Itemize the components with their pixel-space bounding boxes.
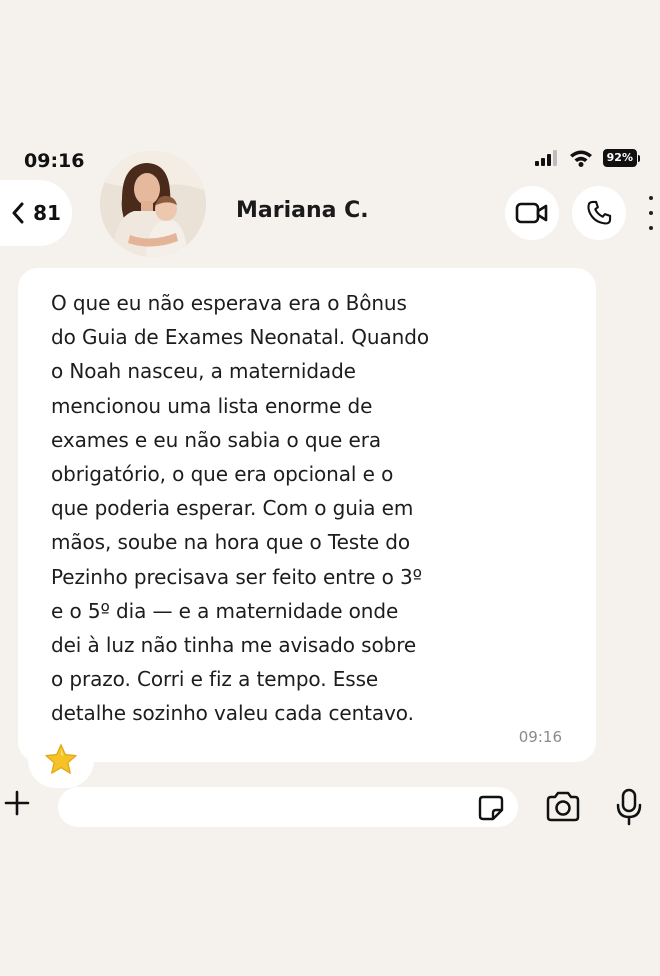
message-input[interactable] — [58, 787, 518, 827]
microphone-icon — [616, 788, 642, 826]
sticker-button[interactable] — [476, 793, 506, 823]
message-bubble[interactable]: O que eu não esperava era o Bônus do Gui… — [18, 268, 596, 762]
plus-icon — [4, 790, 30, 816]
attach-button[interactable] — [4, 790, 30, 816]
avatar-image — [100, 151, 206, 257]
back-button[interactable]: 81 — [0, 180, 72, 246]
message-reaction[interactable] — [28, 732, 94, 788]
battery-tip — [638, 154, 640, 162]
phone-icon — [587, 200, 612, 225]
more-vertical-icon — [649, 226, 653, 230]
battery-percentage: 92% — [602, 149, 637, 167]
microphone-button[interactable] — [614, 788, 644, 826]
message-timestamp: 09:16 — [518, 728, 562, 746]
battery-indicator: 92% — [602, 149, 640, 167]
voice-call-button[interactable] — [572, 186, 626, 240]
status-icons: 92% — [534, 149, 640, 167]
status-time: 09:16 — [24, 150, 85, 172]
more-vertical-icon — [649, 211, 653, 215]
video-camera-icon — [515, 202, 548, 224]
chevron-left-icon — [12, 202, 24, 224]
wifi-icon — [569, 150, 592, 167]
avatar[interactable] — [100, 151, 206, 257]
more-vertical-icon — [649, 196, 653, 200]
star-icon — [45, 744, 77, 774]
contact-name[interactable]: Mariana C. — [236, 198, 369, 223]
video-call-button[interactable] — [505, 186, 559, 240]
signal-icon — [534, 150, 557, 166]
camera-icon — [546, 791, 580, 822]
more-options-button[interactable] — [642, 196, 660, 230]
unread-count: 81 — [33, 201, 61, 225]
sticker-icon — [478, 795, 504, 821]
message-text: O que eu não esperava era o Bônus do Gui… — [51, 291, 429, 726]
camera-button[interactable] — [544, 790, 582, 824]
